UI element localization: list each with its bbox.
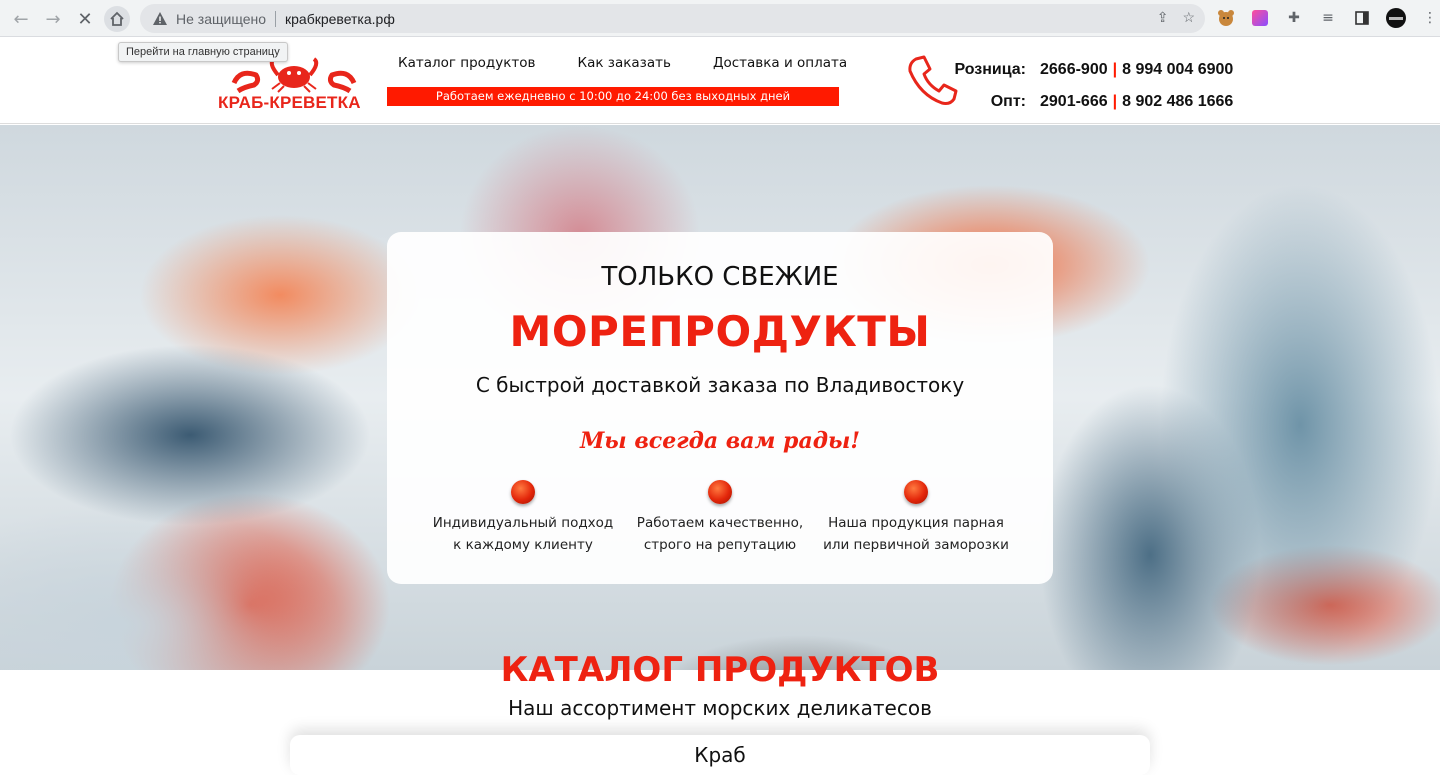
menu-item-catalog[interactable]: Каталог продуктов	[398, 55, 535, 71]
separator: |	[1112, 61, 1118, 78]
extension-gradient-icon[interactable]	[1249, 7, 1271, 29]
retail-phone-mobile[interactable]: 8 994 004 6900	[1122, 61, 1233, 79]
extensions-puzzle-icon[interactable]: ✚	[1283, 7, 1305, 29]
browser-toolbar: ← → ✕ Не защищено крабкреветка.рф ⇪ ☆ ✚ …	[0, 0, 1440, 37]
contacts-block: Розница: 2666-900 | 8 994 004 6900 Опт: …	[940, 54, 1233, 118]
profile-avatar-icon[interactable]	[1385, 7, 1407, 29]
separator: |	[1112, 93, 1118, 110]
menu-more-icon[interactable]: ⋮	[1419, 7, 1440, 29]
catalog-item-title[interactable]: Краб	[0, 743, 1440, 767]
working-hours-banner: Работаем ежедневно с 10:00 до 24:00 без …	[387, 87, 839, 106]
retail-phone-city[interactable]: 2666-900	[1040, 61, 1108, 79]
address-bar[interactable]: Не защищено крабкреветка.рф ⇪ ☆	[140, 4, 1205, 33]
feature-line: к каждому клиенту	[453, 537, 593, 553]
bookmark-star-icon[interactable]: ☆	[1182, 9, 1195, 26]
extension-bear-icon[interactable]	[1215, 7, 1237, 29]
hero-title: МОРЕПРОДУКТЫ	[509, 307, 931, 356]
bullet-ball-icon	[904, 480, 928, 504]
back-arrow-icon[interactable]: ←	[8, 6, 34, 32]
divider	[275, 10, 276, 27]
retail-phone-row: Розница: 2666-900 | 8 994 004 6900	[940, 54, 1233, 86]
logo-text[interactable]: КРАБ-КРЕВЕТКА	[218, 93, 361, 113]
feature-line: или первичной заморозки	[823, 537, 1009, 553]
wholesale-phone-city[interactable]: 2901-666	[1040, 93, 1108, 111]
feature-line: Индивидуальный подход	[432, 515, 614, 531]
stop-loading-icon[interactable]: ✕	[72, 6, 98, 32]
catalog-title: КАТАЛОГ ПРОДУКТОВ	[500, 650, 940, 690]
retail-label: Розница:	[954, 61, 1026, 78]
feature-item: Работаем качественно, строго на репутаци…	[620, 480, 820, 556]
wholesale-label: Опт:	[990, 93, 1026, 110]
wholesale-phone-row: Опт: 2901-666 | 8 902 486 1666	[940, 86, 1234, 118]
wholesale-phone-mobile[interactable]: 8 902 486 1666	[1122, 93, 1233, 111]
feature-item: Наша продукция парная или первичной замо…	[807, 480, 1025, 556]
bullet-ball-icon	[708, 480, 732, 504]
menu-item-how-to-order[interactable]: Как заказать	[577, 55, 670, 71]
hero-card: ТОЛЬКО СВЕЖИЕ МОРЕПРОДУКТЫ С быстрой дос…	[387, 232, 1053, 584]
security-label[interactable]: Не защищено	[176, 11, 266, 27]
forward-arrow-icon[interactable]: →	[40, 6, 66, 32]
side-panel-icon[interactable]	[1351, 7, 1373, 29]
media-queue-icon[interactable]: ≡	[1317, 7, 1339, 29]
home-icon[interactable]	[104, 6, 130, 32]
main-menu: Каталог продуктов Как заказать Доставка …	[398, 55, 889, 71]
home-tooltip: Перейти на главную страницу	[118, 42, 288, 62]
catalog-subtitle: Наш ассортимент морских деликатесов	[508, 696, 932, 720]
feature-line: Наша продукция парная	[828, 515, 1004, 531]
menu-item-delivery[interactable]: Доставка и оплата	[713, 55, 847, 71]
share-icon[interactable]: ⇪	[1157, 9, 1169, 26]
bullet-ball-icon	[511, 480, 535, 504]
feature-line: строго на репутацию	[643, 537, 797, 553]
hero-seafood-banner: ТОЛЬКО СВЕЖИЕ МОРЕПРОДУКТЫ С быстрой дос…	[0, 125, 1440, 670]
url-text[interactable]: крабкреветка.рф	[285, 11, 395, 27]
hero-subtitle: ТОЛЬКО СВЕЖИЕ	[601, 262, 839, 292]
hero-slogan: Мы всегда вам рады!	[579, 428, 861, 454]
warning-icon[interactable]	[152, 11, 168, 27]
hero-description: С быстрой доставкой заказа по Владивосто…	[475, 373, 965, 397]
feature-item: Индивидуальный подход к каждому клиенту	[423, 480, 623, 556]
feature-line: Работаем качественно,	[636, 515, 804, 531]
